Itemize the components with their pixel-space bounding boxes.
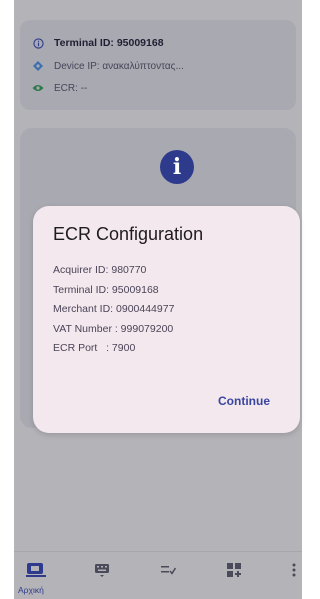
terminal-id-line: Terminal ID: 95009168 (53, 283, 159, 296)
add-grid-icon (226, 562, 242, 583)
nav-checklist[interactable] (156, 560, 180, 584)
keyboard-icon (94, 562, 110, 583)
home-icon (26, 562, 46, 583)
network-icon (32, 60, 44, 72)
continue-button[interactable]: Continue (218, 394, 270, 408)
dialog-details: Acquirer ID: 980770 Terminal ID: 9500916… (53, 261, 174, 359)
merchant-id-line: Merchant ID: 0900444977 (53, 303, 175, 315)
info-circle-icon (32, 37, 44, 49)
checklist-icon (160, 563, 177, 582)
nav-keyboard[interactable] (90, 560, 114, 584)
info-icon: i (160, 150, 194, 184)
ecr-text: ECR: -- (54, 82, 88, 94)
dialog-title: ECR Configuration (53, 224, 204, 244)
device-ip-text: Device IP: ανακαλύπτοντας... (54, 60, 184, 72)
terminal-info-card: Terminal ID: 95009168 Device IP: ανακαλύ… (20, 20, 296, 110)
eye-icon (32, 82, 44, 94)
device-ip-row: Device IP: ανακαλύπτοντας... (32, 60, 184, 72)
ecr-configuration-dialog: ECR Configuration Acquirer ID: 980770 Te… (33, 206, 300, 433)
nav-home[interactable] (24, 560, 48, 584)
nav-home-label: Αρχική (18, 585, 44, 595)
terminal-id-text: Terminal ID: 95009168 (54, 37, 164, 49)
terminal-id-row: Terminal ID: 95009168 (32, 37, 164, 49)
bottom-navigation: Αρχική (14, 551, 302, 599)
ecr-port-line: ECR Port : 7900 (53, 342, 136, 354)
vat-number-line: VAT Number : 999079200 (53, 322, 174, 335)
nav-add-grid[interactable] (222, 560, 246, 584)
nav-more[interactable] (282, 560, 306, 584)
more-vert-icon (292, 563, 296, 582)
acquirer-id-line: Acquirer ID: 980770 (53, 264, 147, 276)
ecr-row: ECR: -- (32, 82, 87, 94)
